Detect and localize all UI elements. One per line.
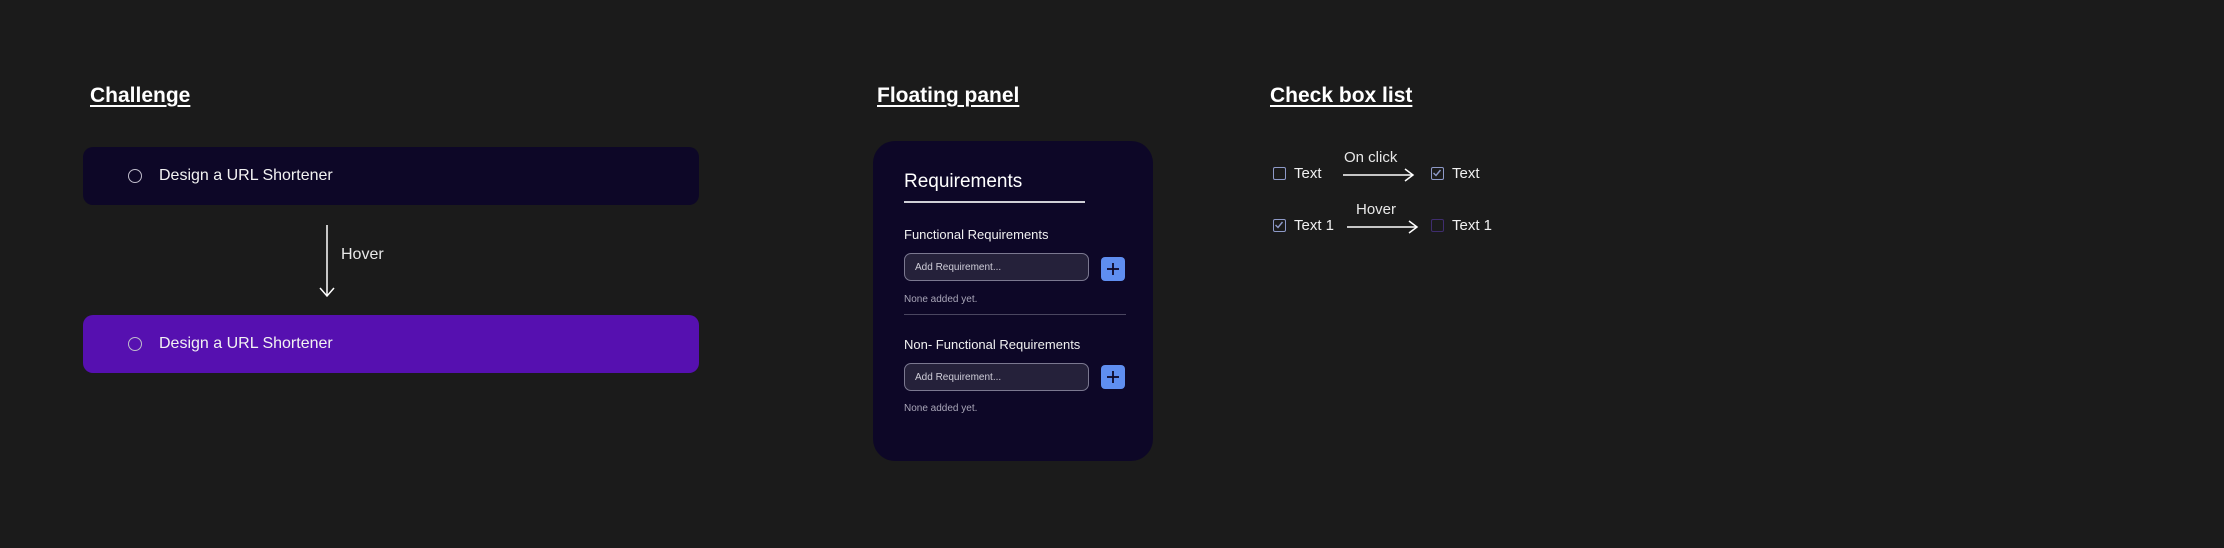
checkbox-list-section-title: Check box list bbox=[1270, 84, 1413, 107]
panel-divider bbox=[904, 314, 1126, 315]
checkbox-item-checked[interactable]: Text bbox=[1431, 165, 1480, 182]
hover-transition-label: Hover bbox=[1356, 201, 1397, 218]
challenge-item-default[interactable]: Design a URL Shortener bbox=[83, 147, 699, 205]
plus-icon bbox=[1107, 263, 1119, 275]
checkmark-icon bbox=[1433, 169, 1442, 177]
plus-icon bbox=[1107, 371, 1119, 383]
challenge-section-title: Challenge bbox=[90, 84, 191, 107]
checkbox-label: Text bbox=[1294, 165, 1322, 182]
panel-title-underline bbox=[904, 201, 1085, 203]
non-functional-empty-text: None added yet. bbox=[904, 403, 978, 414]
checkbox-empty-icon[interactable] bbox=[1273, 167, 1286, 180]
radio-circle-icon[interactable] bbox=[128, 169, 142, 183]
functional-empty-text: None added yet. bbox=[904, 294, 978, 305]
checkmark-icon bbox=[1275, 221, 1284, 229]
checkbox-label: Text 1 bbox=[1452, 217, 1493, 234]
checkbox-item-checked[interactable]: Text 1 bbox=[1273, 217, 1334, 234]
challenge-item-label: Design a URL Shortener bbox=[159, 335, 333, 352]
floating-panel-section-title: Floating panel bbox=[877, 84, 1020, 107]
checkbox-item-hover[interactable]: Text 1 bbox=[1431, 217, 1492, 234]
checkbox-checked-icon[interactable] bbox=[1273, 219, 1286, 232]
arrow-right-icon bbox=[1347, 220, 1419, 234]
functional-requirement-input[interactable]: Add Requirement... bbox=[904, 253, 1089, 281]
non-functional-requirement-input[interactable]: Add Requirement... bbox=[904, 363, 1089, 391]
checkbox-hover-icon[interactable] bbox=[1431, 219, 1444, 232]
add-functional-requirement-button[interactable] bbox=[1101, 257, 1125, 281]
non-functional-requirements-heading: Non- Functional Requirements bbox=[904, 337, 1081, 352]
checkbox-item-unchecked[interactable]: Text bbox=[1273, 165, 1322, 182]
challenge-item-label: Design a URL Shortener bbox=[159, 167, 333, 184]
arrow-down-icon bbox=[319, 225, 335, 298]
checkbox-checked-icon[interactable] bbox=[1431, 167, 1444, 180]
hover-transition-label: Hover bbox=[341, 246, 384, 263]
requirements-panel: Requirements Functional Requirements Add… bbox=[873, 141, 1153, 461]
radio-circle-icon[interactable] bbox=[128, 337, 142, 351]
on-click-transition-label: On click bbox=[1344, 149, 1398, 166]
add-non-functional-requirement-button[interactable] bbox=[1101, 365, 1125, 389]
panel-title: Requirements bbox=[904, 171, 1023, 192]
challenge-item-hover[interactable]: Design a URL Shortener bbox=[83, 315, 699, 373]
arrow-right-icon bbox=[1343, 168, 1415, 182]
functional-requirements-heading: Functional Requirements bbox=[904, 227, 1049, 242]
checkbox-label: Text 1 bbox=[1294, 217, 1335, 234]
checkbox-label: Text bbox=[1452, 165, 1480, 182]
